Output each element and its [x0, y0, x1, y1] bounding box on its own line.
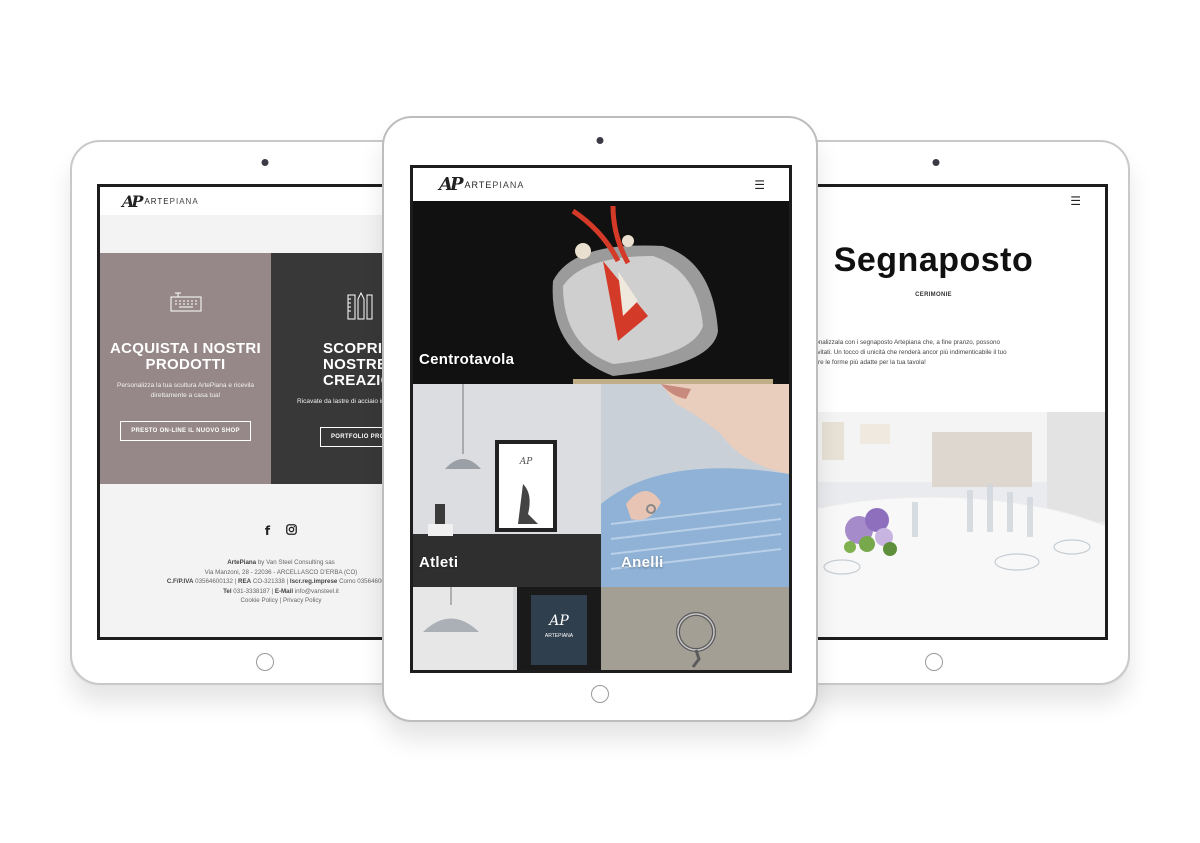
mockup-stage: AP ARTE PIANA ACQUISTA I NOSTRI PRODOTTI … — [0, 0, 1200, 843]
shop-button[interactable]: PRESTO ON-LINE IL NUOVO SHOP — [120, 421, 251, 441]
tile-logo-frame[interactable]: AP ARTEPIANA — [413, 587, 601, 670]
footer-email-label: E-Mail — [274, 587, 294, 595]
logo-mark: AP — [122, 191, 144, 211]
artepiana-logo[interactable]: AP ARTE PIANA — [439, 174, 524, 195]
hamburger-icon[interactable]: ☰ — [754, 178, 765, 192]
tile-centrotavola-label: Centrotavola — [419, 351, 515, 368]
screen-center: AP ARTE PIANA ☰ Centrotavola AP Atleti A… — [410, 165, 792, 673]
footer-rea-label: REA — [238, 578, 252, 585]
camera-dot — [596, 137, 604, 144]
svg-text:ARTEPIANA: ARTEPIANA — [545, 633, 574, 639]
tile-anelli[interactable]: Anelli — [601, 384, 789, 587]
panel-shop-title: ACQUISTA I NOSTRI PRODOTTI — [110, 340, 261, 373]
footer-vat: 03564600132 | — [193, 578, 239, 585]
instagram-icon[interactable] — [286, 524, 298, 538]
logo-word-2: PIANA — [492, 179, 525, 190]
panel-shop: ACQUISTA I NOSTRI PRODOTTI Personalizza … — [100, 253, 271, 484]
footer-email[interactable]: info@vansteel.it — [293, 588, 339, 595]
logo-word-2: PIANA — [169, 196, 199, 206]
tile-anelli-label: Anelli — [621, 554, 664, 571]
logo-mark: AP — [439, 174, 463, 195]
home-button — [925, 653, 943, 671]
footer-tel-label: Tel — [223, 587, 232, 595]
svg-text:AP: AP — [519, 457, 533, 467]
logo-word-1: ARTE — [464, 179, 493, 190]
footer-vat-label: C.F/P.IVA — [166, 578, 194, 585]
svg-text:AP: AP — [547, 613, 569, 629]
footer-reg-label: Iscr.reg.imprese — [289, 578, 338, 585]
tile-atleti[interactable]: AP Atleti — [413, 384, 601, 587]
tile-atleti-label: Atleti — [419, 554, 459, 571]
home-button — [591, 685, 609, 703]
category-grid: Centrotavola AP Atleti Anelli AP ARTEPIA… — [413, 201, 789, 670]
hamburger-icon[interactable]: ☰ — [1070, 194, 1081, 208]
site-header: AP ARTE PIANA ☰ — [413, 168, 789, 201]
camera-dot — [932, 159, 940, 166]
facebook-icon[interactable]: f — [265, 524, 270, 538]
logo-word-1: ARTE — [144, 196, 170, 206]
tile-keyring[interactable] — [601, 587, 789, 670]
tile-centrotavola[interactable]: Centrotavola — [413, 201, 789, 384]
keyboard-icon — [100, 291, 271, 317]
footer-tel: 031-3338187 | — [231, 587, 275, 595]
footer-rea: CO-321338 | — [251, 578, 290, 585]
tablet-center: AP ARTE PIANA ☰ Centrotavola AP Atleti A… — [382, 116, 818, 722]
camera-dot — [261, 159, 269, 166]
footer-company: ArtePiana — [227, 559, 257, 566]
footer-company-suffix: by Van Steel Consulting sas — [256, 559, 335, 566]
panel-shop-text: Personalizza la tua scultura ArtePiana e… — [117, 382, 254, 399]
home-button — [256, 653, 274, 671]
artepiana-logo[interactable]: AP ARTE PIANA — [122, 192, 199, 211]
